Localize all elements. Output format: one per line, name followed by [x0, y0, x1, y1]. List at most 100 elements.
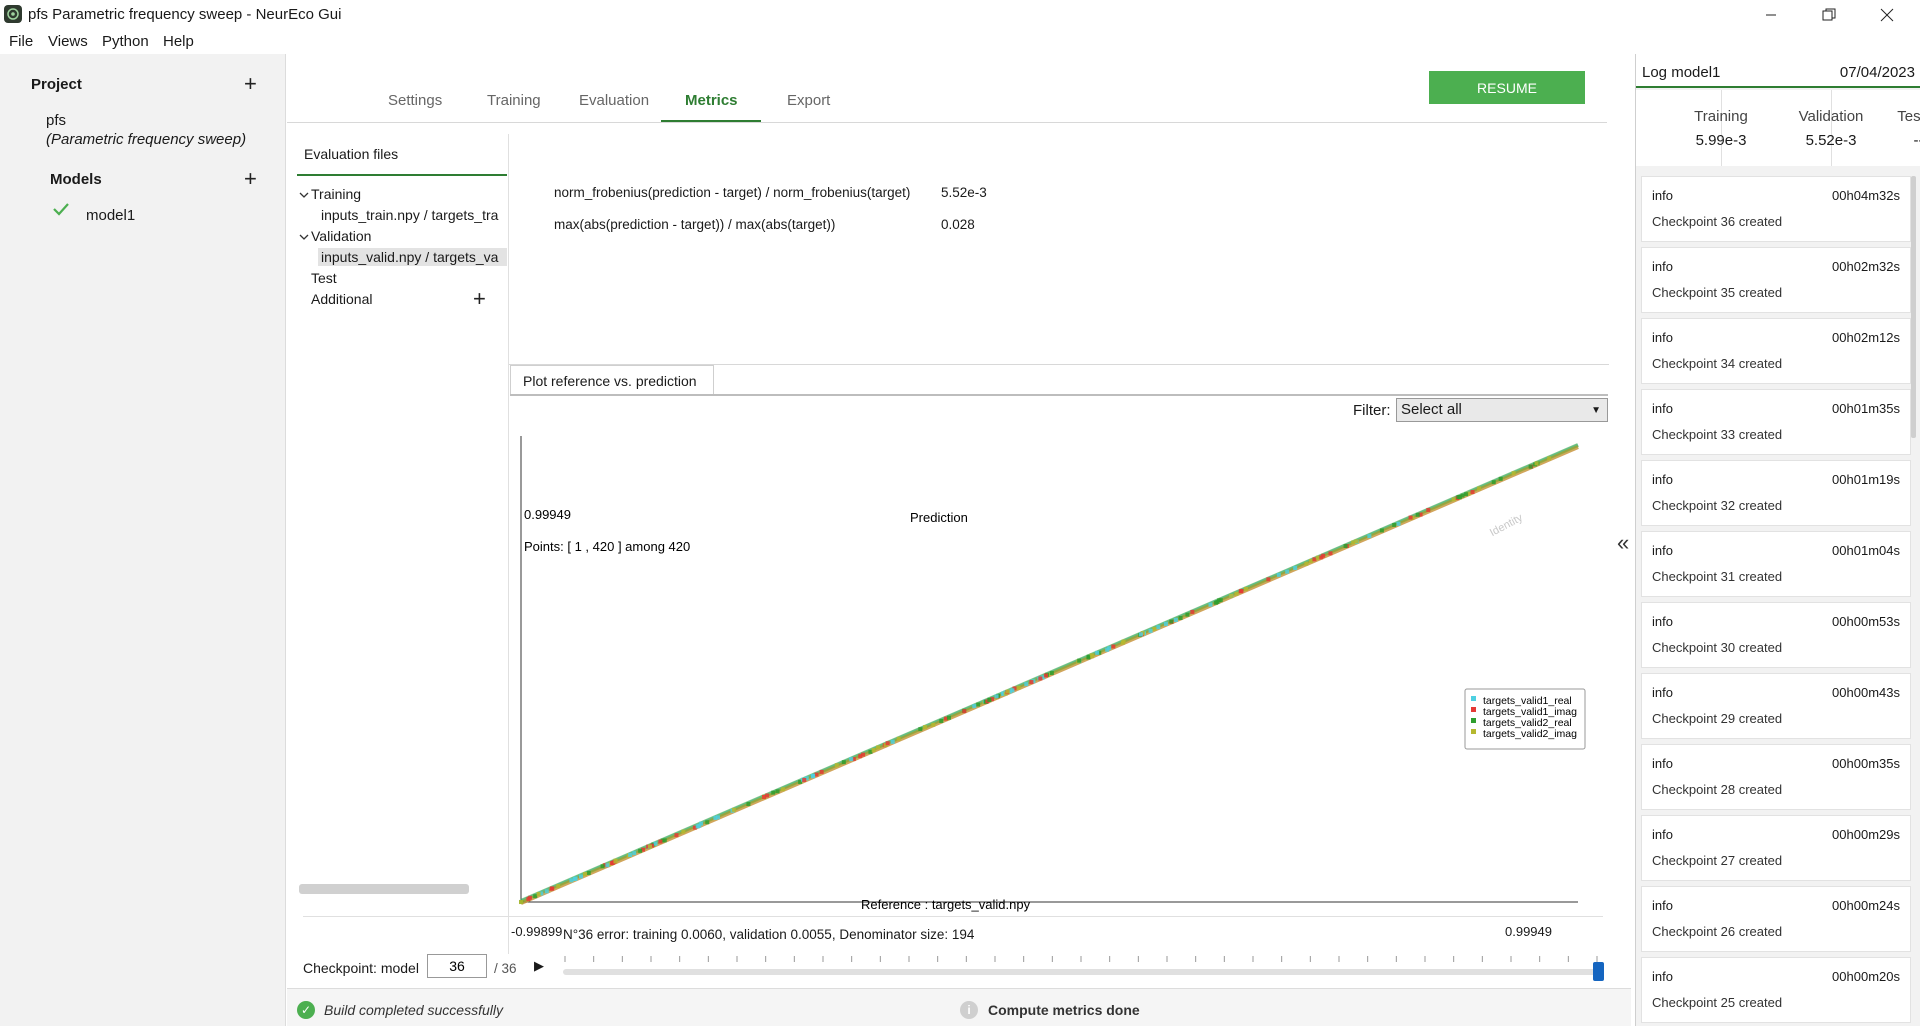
log-list[interactable]: info 00h04m32s Checkpoint 36 created info 00…	[1636, 176, 1920, 1026]
data-point	[746, 802, 751, 807]
log-entry-message: Checkpoint 30 created	[1652, 640, 1783, 655]
data-point	[976, 702, 981, 707]
tree-item-validation[interactable]: Validation	[311, 228, 371, 244]
log-entry[interactable]: info 00h01m19s Checkpoint 32 created	[1641, 460, 1911, 526]
reference-vs-prediction-chart: 0.99949 Points: [ 1 , 420 ] among 420 Pr…	[519, 436, 1586, 912]
log-entry[interactable]: info 00h00m43s Checkpoint 29 created	[1641, 673, 1911, 739]
data-point	[1121, 639, 1126, 644]
data-point	[556, 884, 561, 889]
minimize-icon[interactable]	[1742, 0, 1800, 30]
log-entry[interactable]: info 00h04m32s Checkpoint 36 created	[1641, 176, 1911, 242]
tab-metrics[interactable]: Metrics	[685, 92, 738, 109]
log-entry-level: info	[1652, 188, 1673, 203]
menu-help[interactable]: Help	[163, 33, 194, 50]
collapse-panel-icon[interactable]: «	[1617, 530, 1629, 556]
log-entry-level: info	[1652, 827, 1673, 842]
tree-item-additional[interactable]: Additional	[311, 291, 373, 307]
checkpoint-error-text: N°36 error: training 0.0060, validation …	[563, 927, 975, 942]
data-point	[600, 864, 605, 869]
tree-item-test[interactable]: Test	[311, 270, 337, 286]
log-entry[interactable]: info 00h00m35s Checkpoint 28 created	[1641, 744, 1911, 810]
log-entry-level: info	[1652, 969, 1673, 984]
log-header: Log model1 07/04/2023	[1636, 54, 1920, 88]
log-entry-message: Checkpoint 32 created	[1652, 498, 1783, 513]
check-icon	[52, 202, 70, 219]
slider-handle[interactable]	[1593, 962, 1604, 981]
filter-value: Select all	[1401, 401, 1462, 418]
data-point	[658, 839, 663, 844]
log-metrics: Training 5.99e-3 Validation 5.52e-3 Test…	[1636, 90, 1920, 166]
chevron-down-icon[interactable]	[299, 189, 309, 203]
log-metric-training: Training 5.99e-3	[1636, 90, 1748, 166]
menu-bar: File Views Python Help	[0, 30, 1920, 54]
data-point	[1190, 609, 1195, 614]
project-name[interactable]: pfs	[46, 112, 66, 129]
data-point	[1285, 569, 1290, 574]
data-point	[586, 870, 591, 875]
data-point	[931, 722, 936, 727]
tab-export[interactable]: Export	[787, 92, 830, 109]
data-point	[1319, 555, 1324, 560]
menu-views[interactable]: Views	[48, 33, 88, 50]
tree-item-training[interactable]: Training	[311, 186, 361, 202]
evaluation-files-heading: Evaluation files	[304, 146, 399, 162]
log-entry[interactable]: info 00h00m29s Checkpoint 27 created	[1641, 815, 1911, 881]
log-entry[interactable]: info 00h02m12s Checkpoint 34 created	[1641, 318, 1911, 384]
filter-select[interactable]: Select all ▼	[1396, 398, 1608, 422]
log-entry-level: info	[1652, 330, 1673, 345]
checkpoint-slider[interactable]	[563, 969, 1599, 975]
log-panel: Log model1 07/04/2023 Training 5.99e-3 V…	[1635, 54, 1920, 1026]
log-entry[interactable]: info 00h01m35s Checkpoint 33 created	[1641, 389, 1911, 455]
tree-item-validation-file[interactable]: inputs_valid.npy / targets_va	[318, 248, 507, 266]
resume-button[interactable]: RESUME	[1429, 71, 1585, 104]
legend-swatch	[1471, 729, 1476, 734]
data-point	[1464, 492, 1469, 497]
data-point	[1408, 515, 1413, 520]
data-point	[771, 790, 776, 795]
data-point	[1043, 673, 1048, 678]
menu-python[interactable]: Python	[102, 33, 149, 50]
log-entry[interactable]: info 00h00m53s Checkpoint 30 created	[1641, 602, 1911, 668]
log-entry-time: 00h00m53s	[1832, 614, 1900, 629]
play-icon[interactable]: ▶	[534, 958, 544, 974]
tab-settings[interactable]: Settings	[388, 92, 442, 109]
add-model-button[interactable]: +	[244, 168, 257, 190]
data-point	[1547, 456, 1552, 461]
log-scrollbar[interactable]	[1911, 176, 1916, 438]
data-point	[1229, 593, 1234, 598]
x-min-label: -0.99899	[511, 924, 563, 939]
restore-icon[interactable]	[1800, 0, 1858, 30]
tab-plot-reference-vs-prediction[interactable]: Plot reference vs. prediction	[510, 365, 714, 395]
add-additional-button[interactable]: +	[473, 288, 486, 310]
tab-evaluation[interactable]: Evaluation	[579, 92, 649, 109]
close-icon[interactable]	[1858, 0, 1916, 30]
data-point	[613, 859, 618, 864]
main-content: Settings Training Evaluation Metrics Exp…	[287, 54, 1631, 1026]
log-entry[interactable]: info 00h00m20s Checkpoint 25 created	[1641, 957, 1911, 1023]
checkpoint-input[interactable]	[427, 954, 487, 978]
checkpoint-label: Checkpoint: model	[303, 960, 419, 976]
data-point	[1156, 625, 1161, 630]
data-point	[1163, 621, 1168, 626]
log-entry-message: Checkpoint 34 created	[1652, 356, 1783, 371]
x-axis-label: Reference : targets_valid.npy	[861, 897, 1031, 912]
plot-marks	[519, 443, 1579, 905]
menu-file[interactable]: File	[9, 33, 33, 50]
log-entry[interactable]: info 00h00m24s Checkpoint 26 created	[1641, 886, 1911, 952]
horizontal-scrollbar[interactable]	[299, 884, 469, 894]
data-point	[1148, 628, 1153, 633]
tree-item-training-file[interactable]: inputs_train.npy / targets_tra	[321, 207, 498, 223]
tab-training[interactable]: Training	[487, 92, 541, 109]
data-point	[549, 886, 554, 891]
data-point	[762, 794, 767, 799]
data-point	[962, 709, 967, 714]
add-project-button[interactable]: +	[244, 73, 257, 95]
data-point	[1208, 602, 1213, 607]
model-item[interactable]: model1	[86, 207, 135, 224]
data-point	[1173, 618, 1178, 623]
chevron-down-icon[interactable]	[299, 231, 309, 245]
plot-tab-divider	[510, 394, 1608, 396]
log-entry[interactable]: info 00h01m04s Checkpoint 31 created	[1641, 531, 1911, 597]
data-point	[1312, 557, 1317, 562]
log-entry[interactable]: info 00h02m32s Checkpoint 35 created	[1641, 247, 1911, 313]
